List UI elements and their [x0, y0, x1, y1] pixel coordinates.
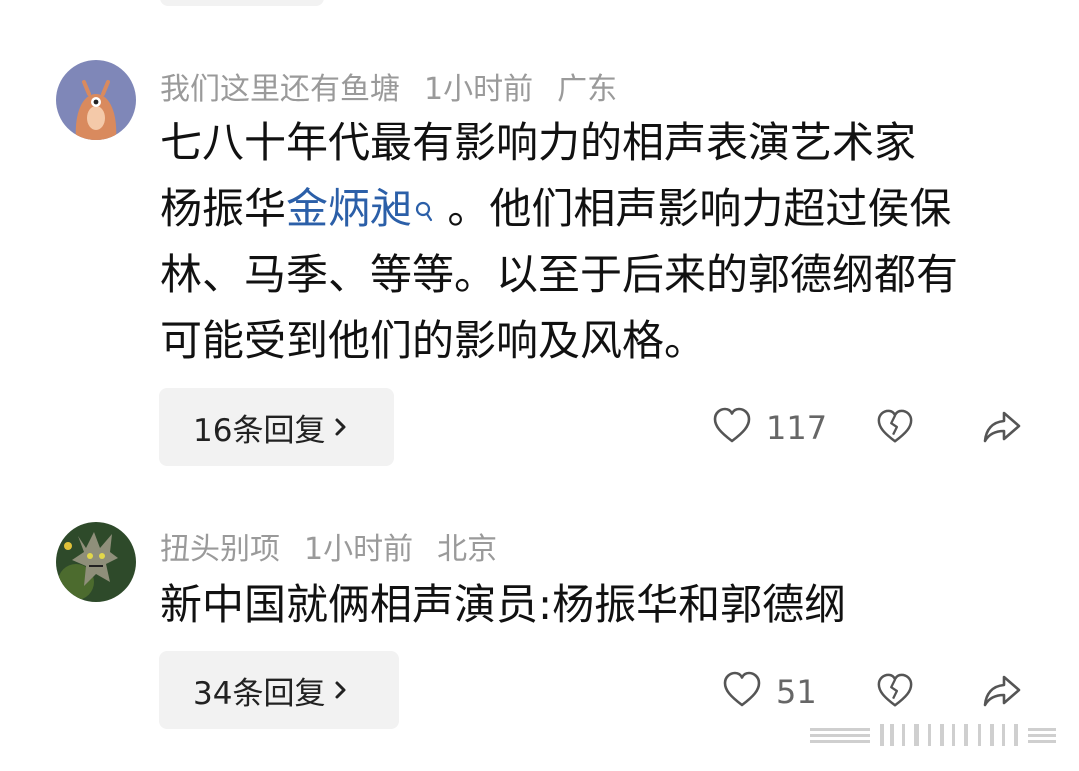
- monster-figure-avatar-icon: [56, 522, 136, 602]
- location: 广东: [557, 72, 618, 107]
- dislike-button[interactable]: [876, 408, 914, 450]
- broken-heart-icon: [876, 408, 914, 450]
- share-arrow-icon: [982, 672, 1022, 714]
- share-button[interactable]: [982, 408, 1022, 450]
- comment-text: 七八十年代最有影响力的相声表演艺术家 杨振华金炳昶 。他们相声影响力超过侯保 林…: [160, 110, 958, 374]
- comment-line: 七八十年代最有影响力的相声表演艺术家: [160, 118, 917, 167]
- view-replies-button[interactable]: 16条回复: [159, 388, 394, 466]
- comment-line: 新中国就俩相声演员:杨振华和郭德纲: [160, 580, 847, 629]
- location: 北京: [437, 532, 498, 567]
- username[interactable]: 我们这里还有鱼塘: [160, 72, 400, 107]
- like-count: 117: [766, 409, 828, 447]
- reply-count-label: 16条回复: [193, 412, 326, 449]
- username[interactable]: 扭头别项: [160, 532, 280, 567]
- heart-icon: [712, 406, 752, 450]
- share-arrow-icon: [982, 408, 1022, 450]
- comment-line: 林、马季、等等。以至于后来的郭德纲都有: [160, 250, 959, 299]
- chevron-right-icon: [333, 678, 349, 702]
- cartoon-creature-avatar-icon: [56, 60, 136, 140]
- share-button[interactable]: [982, 672, 1022, 714]
- timestamp: 1小时前: [304, 532, 414, 567]
- comment-meta: 扭头别项 1小时前 北京: [160, 524, 521, 568]
- avatar[interactable]: [56, 522, 136, 602]
- reply-count-label: 34条回复: [193, 675, 326, 712]
- comment-meta: 我们这里还有鱼塘 1小时前 广东: [160, 64, 641, 108]
- timestamp: 1小时前: [424, 72, 534, 107]
- comment-line: 杨振华金炳昶 。他们相声影响力超过侯保: [160, 184, 952, 233]
- broken-heart-icon: [876, 672, 914, 714]
- watermark: [810, 722, 1060, 748]
- dislike-button[interactable]: [876, 672, 914, 714]
- search-icon[interactable]: [414, 201, 434, 229]
- avatar[interactable]: [56, 60, 136, 140]
- view-replies-button[interactable]: 34条回复: [159, 651, 399, 729]
- like-button[interactable]: 117: [712, 406, 827, 450]
- name-link[interactable]: 金炳昶: [286, 184, 412, 233]
- chevron-right-icon: [333, 415, 349, 439]
- comment-line: 可能受到他们的影响及风格。: [160, 316, 707, 365]
- like-count: 51: [776, 673, 817, 711]
- heart-icon: [722, 670, 762, 714]
- comment-text: 新中国就俩相声演员:杨振华和郭德纲: [160, 572, 846, 638]
- previous-reply-button-edge: [160, 0, 324, 6]
- like-button[interactable]: 51: [722, 670, 817, 714]
